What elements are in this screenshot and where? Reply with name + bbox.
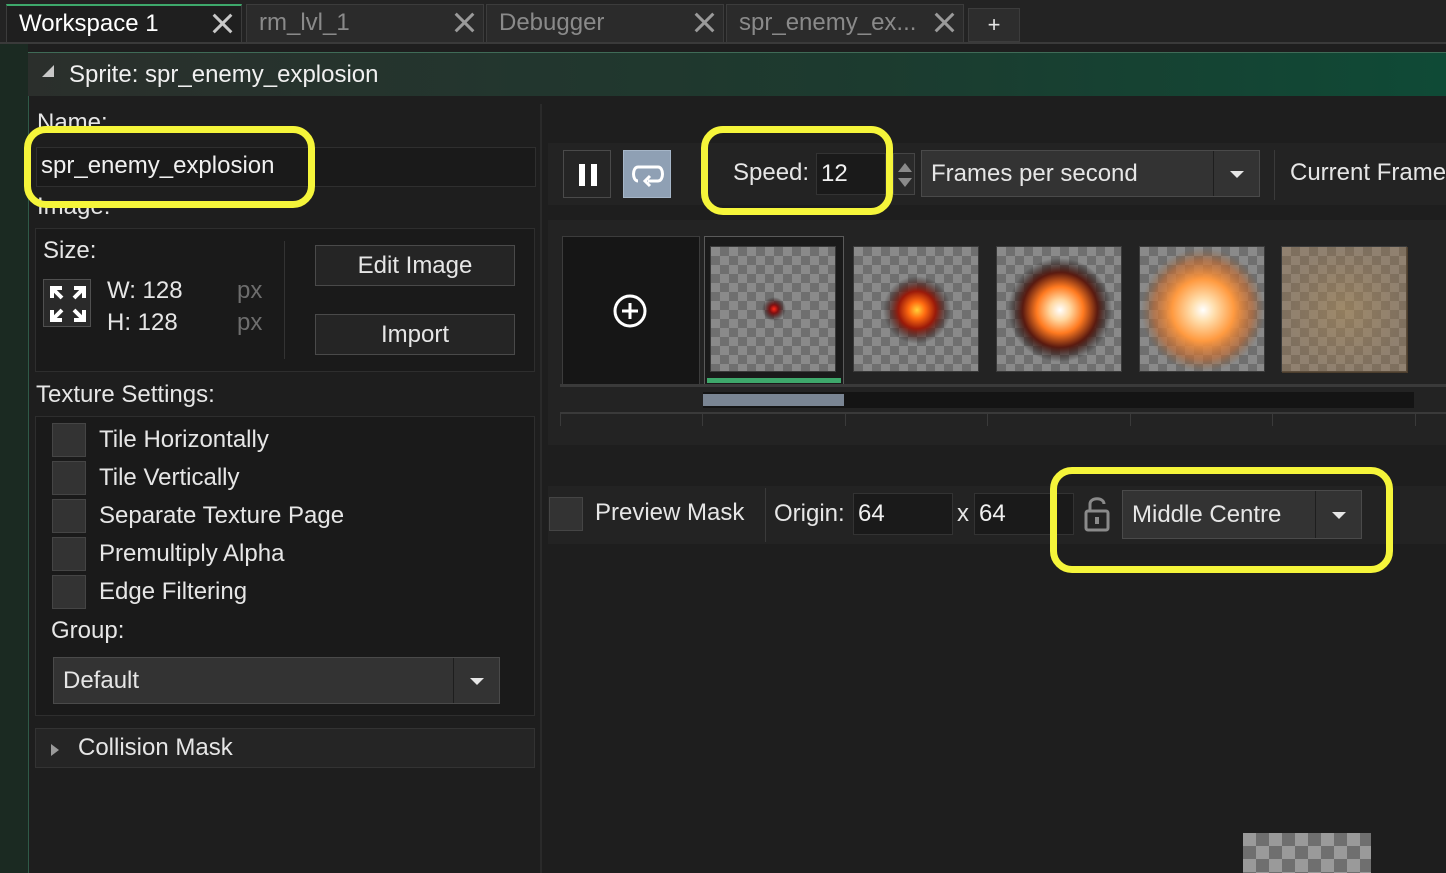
tab-label: rm_lvl_1 [259,9,350,36]
import-button[interactable]: Import [315,314,515,355]
explosion-frame-image [1008,258,1112,362]
explosion-frame-image [883,276,951,344]
pause-button[interactable] [563,150,611,198]
pause-icon [579,164,597,186]
premultiply-alpha-checkbox[interactable] [52,537,86,571]
chevron-down-icon[interactable] [453,658,499,703]
explosion-frame-image [1282,247,1408,373]
tile-horizontally-label: Tile Horizontally [99,426,269,453]
origin-separator: x [957,500,969,527]
collision-mask-label: Collision Mask [78,734,233,761]
height-unit: px [237,309,263,336]
tile-vertically-checkbox[interactable] [52,461,86,495]
explosion-frame-image [762,297,786,321]
timeline-tick [560,412,561,426]
height-value: H: 128 [107,309,178,336]
image-label: Image: [37,193,111,220]
stepper-arrows-icon [898,163,912,187]
separate-texture-page-checkbox[interactable] [52,499,86,533]
expand-icon[interactable] [51,744,59,756]
tile-vertically-label: Tile Vertically [99,464,240,491]
add-frame-button[interactable] [562,236,700,386]
tab-debugger[interactable]: Debugger [486,4,724,42]
name-label: Name: [37,109,108,136]
workspace-edge [0,44,28,873]
tab-bar: Workspace 1 rm_lvl_1 Debugger spr_enemy_… [0,0,1446,44]
divider [284,241,285,359]
add-tab-button[interactable]: + [968,8,1020,42]
preview-mask-checkbox[interactable] [549,497,583,531]
close-icon[interactable] [693,11,715,33]
current-frame-label: Current Frame [1290,159,1446,186]
close-icon[interactable] [453,11,475,33]
selected-frame-indicator [707,378,841,383]
separate-texture-page-label: Separate Texture Page [99,502,345,529]
timeline-tick [1130,412,1131,426]
tab-spr-enemy-explosion[interactable]: spr_enemy_ex... [726,4,964,42]
sprite-canvas-preview[interactable] [1243,833,1371,873]
speed-unit-dropdown[interactable]: Frames per second [921,150,1260,197]
chevron-down-icon[interactable] [1315,491,1361,538]
size-label: Size: [43,237,97,264]
frame-thumbnail-2[interactable] [853,246,979,372]
frame-thumbnail-4[interactable] [1139,246,1265,372]
frame-thumbnail-1[interactable] [710,246,836,372]
group-label: Group: [51,617,125,644]
close-icon[interactable] [211,12,233,34]
timeline-tick [1272,412,1273,426]
frame-thumbnail-3[interactable] [996,246,1122,372]
sprite-name-input[interactable]: spr_enemy_explosion [36,147,536,187]
origin-y-input[interactable]: 64 [974,493,1074,535]
tab-label: Debugger [499,9,605,36]
preview-mask-label: Preview Mask [595,499,745,526]
tile-horizontally-checkbox[interactable] [52,423,86,457]
toolbar-divider [1274,150,1275,200]
loop-icon [632,165,664,188]
resize-icon[interactable] [43,279,91,327]
premultiply-alpha-label: Premultiply Alpha [99,540,285,567]
origin-preset-value: Middle Centre [1132,501,1282,528]
tab-label: Workspace 1 [19,10,159,37]
width-value: W: 128 [107,277,183,304]
texture-settings-label: Texture Settings: [36,381,215,408]
group-dropdown-value: Default [63,667,140,694]
lock-icon[interactable] [1082,494,1112,534]
timeline-tick [702,412,703,426]
frame-scroll-thumb[interactable] [703,394,844,406]
tab-label: spr_enemy_ex... [739,9,917,36]
speed-label: Speed: [733,159,810,186]
collapse-icon[interactable] [42,65,54,77]
origin-preset-dropdown[interactable]: Middle Centre [1122,490,1362,539]
origin-x-input[interactable]: 64 [853,493,953,535]
chevron-down-icon[interactable] [1213,151,1259,196]
explosion-frame-image [1141,248,1265,372]
group-dropdown[interactable]: Default [53,657,500,704]
tab-rm-lvl-1[interactable]: rm_lvl_1 [246,4,484,42]
edge-filtering-label: Edge Filtering [99,578,248,605]
panel-splitter[interactable] [540,104,542,873]
width-unit: px [237,277,263,304]
timeline-tick [1415,412,1416,426]
speed-unit-value: Frames per second [931,160,1138,187]
sprite-window-header[interactable]: Sprite: spr_enemy_explosion [28,52,1446,96]
close-icon[interactable] [933,11,955,33]
timeline-tick [845,412,846,426]
add-circle-icon [613,294,647,328]
collision-mask-section[interactable]: Collision Mask [35,728,535,768]
tab-workspace-1[interactable]: Workspace 1 [6,4,242,42]
origin-divider [765,488,766,542]
frame-track [560,384,1446,387]
sprite-window-title: Sprite: spr_enemy_explosion [69,61,379,88]
speed-input[interactable]: 12 [816,153,886,195]
origin-label: Origin: [774,500,845,527]
loop-button[interactable] [623,150,671,198]
timeline-tick [987,412,988,426]
edit-image-button[interactable]: Edit Image [315,245,515,286]
speed-stepper[interactable] [893,153,915,195]
frame-thumbnail-5[interactable] [1281,246,1408,373]
timeline-ruler [560,412,1446,414]
edge-filtering-checkbox[interactable] [52,575,86,609]
